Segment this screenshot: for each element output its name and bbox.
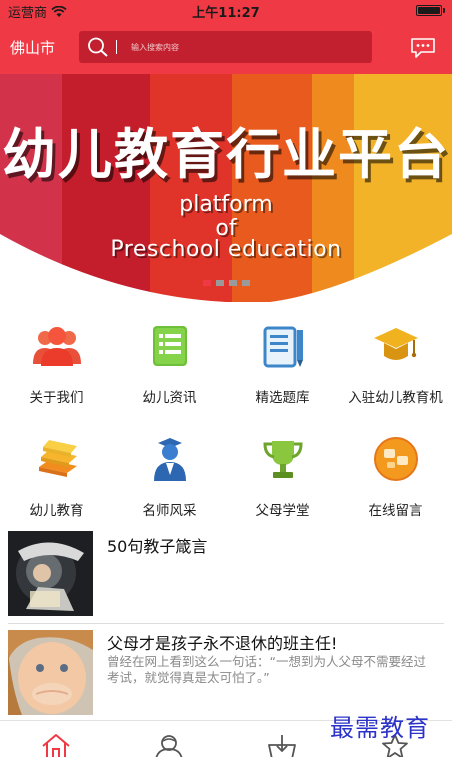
article-thumbnail [8, 630, 93, 715]
promo-banner[interactable]: 幼儿教育行业平台 platform of Preschool education [0, 74, 452, 302]
top-header: 佛山市 [0, 20, 452, 74]
article-item[interactable]: 50句教子箴言 [0, 531, 452, 617]
books-icon [38, 440, 77, 477]
search-cursor [116, 40, 117, 54]
pagination-dot[interactable] [241, 280, 250, 286]
menu-label: 在线留言 [368, 503, 423, 519]
people-icon [32, 327, 81, 366]
teacher-icon [153, 438, 186, 481]
search-bar[interactable] [79, 31, 372, 63]
menu-item-online-message[interactable]: 在线留言 [339, 431, 452, 531]
search-input[interactable] [131, 37, 361, 57]
cart-icon[interactable] [266, 733, 298, 757]
menu-item-question-bank[interactable]: 精选题库 [226, 318, 339, 418]
user-icon[interactable] [153, 733, 185, 757]
menu-label: 名师风采 [142, 503, 197, 519]
menu-item-parent-school[interactable]: 父母学堂 [226, 431, 339, 531]
menu-item-teachers[interactable]: 名师风采 [113, 431, 226, 531]
menu-label: 精选题库 [255, 390, 310, 406]
graduation-cap-icon [373, 328, 418, 360]
menu-item-join-institution[interactable]: 入驻幼儿教育机 [339, 318, 452, 418]
pagination-dot[interactable] [228, 280, 237, 286]
news-list-icon [152, 326, 187, 366]
pagination-dot[interactable] [215, 280, 224, 286]
article-title: 父母才是孩子永不退休的班主任! [107, 634, 338, 653]
trophy-icon [262, 441, 303, 478]
banner-pagination [0, 280, 452, 286]
menu-label: 父母学堂 [255, 503, 310, 519]
article-thumbnail [8, 531, 93, 616]
menu-item-about-us[interactable]: 关于我们 [0, 318, 113, 418]
banner-subtitle-line3: Preschool education [110, 237, 342, 262]
menu-grid: 关于我们 幼儿资讯 精选题库 入驻幼儿教育机 幼儿教育 名师风采 父母学堂 在线… [0, 318, 452, 526]
search-icon [88, 37, 108, 57]
article-description: 曾经在网上看到这么一句话：“一想到为人父母不需要经过考试，就觉得真是太可怕了。” [107, 654, 426, 685]
question-bank-icon [263, 326, 303, 368]
online-message-icon [373, 437, 418, 481]
message-icon[interactable] [410, 37, 436, 59]
banner-headline: 幼儿教育行业平台 [2, 123, 450, 186]
menu-item-news[interactable]: 幼儿资讯 [113, 318, 226, 418]
status-bar: 运营商 上午11:27 [0, 0, 452, 21]
home-icon[interactable] [40, 733, 72, 757]
menu-item-early-education[interactable]: 幼儿教育 [0, 431, 113, 531]
city-selector[interactable]: 佛山市 [10, 37, 55, 58]
menu-label: 关于我们 [29, 390, 84, 406]
article-title: 50句教子箴言 [107, 537, 208, 556]
banner-subtitle-line1: platform [179, 192, 273, 217]
article-item[interactable]: 父母才是孩子永不退休的班主任! 曾经在网上看到这么一句话：“一想到为人父母不需要… [0, 630, 452, 716]
watermark-text: 最需教育 [330, 714, 430, 742]
menu-label: 幼儿教育 [29, 503, 84, 519]
article-divider [8, 623, 444, 624]
clock: 上午11:27 [192, 6, 260, 21]
pagination-dot[interactable] [202, 280, 211, 286]
battery-icon [416, 5, 445, 16]
menu-label: 幼儿资讯 [142, 390, 197, 406]
menu-label: 入驻幼儿教育机 [348, 390, 443, 406]
